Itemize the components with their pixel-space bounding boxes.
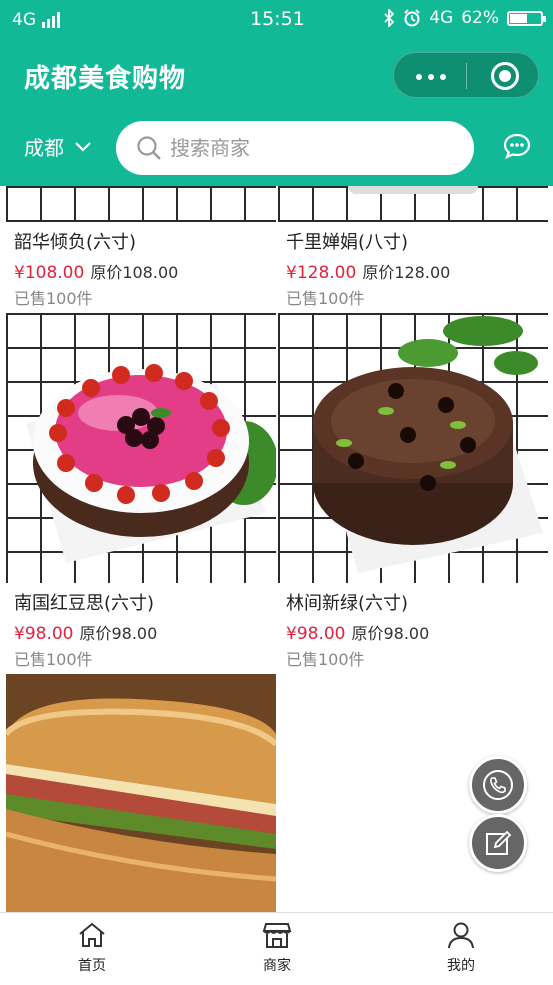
- clock: 15:51: [250, 8, 305, 30]
- store-icon: [262, 923, 292, 948]
- edit-icon: [486, 830, 512, 855]
- product-image: [278, 186, 548, 222]
- search-input[interactable]: [168, 135, 452, 161]
- product-price: ¥98.00: [286, 624, 346, 644]
- status-bar: 4G 15:51 4G 62%: [0, 0, 553, 40]
- search-icon: [137, 136, 161, 160]
- close-mini-program-icon[interactable]: [491, 62, 519, 90]
- status-icons: 4G 62%: [383, 8, 546, 28]
- product-card[interactable]: 林间新绿(六寸) ¥98.00 原价98.00 已售100件: [278, 313, 548, 673]
- sold-count: 已售100件: [14, 289, 93, 308]
- product-image: [6, 186, 276, 222]
- product-name: 千里婵娟(八寸): [286, 232, 409, 253]
- product-image: [6, 674, 276, 912]
- nav-bar: 成都美食购物: [0, 40, 553, 112]
- alarm-icon: [404, 9, 420, 27]
- product-card[interactable]: [6, 674, 276, 912]
- product-card[interactable]: 韶华倾负(六寸) ¥108.00 原价108.00 已售100件: [6, 186, 276, 313]
- cake-image: [313, 316, 543, 573]
- city-label: 成都: [24, 136, 64, 160]
- page-title: 成都美食购物: [24, 64, 187, 94]
- network-type: 4G: [12, 10, 36, 30]
- original-price: 原价108.00: [90, 263, 179, 282]
- price-row: ¥108.00 原价108.00: [14, 259, 178, 283]
- sold-count: 已售100件: [286, 289, 365, 308]
- network-indicator: 4G: [12, 10, 60, 30]
- price-row: ¥98.00 原价98.00: [286, 620, 429, 644]
- call-button[interactable]: [469, 756, 527, 814]
- product-price: ¥128.00: [286, 263, 357, 283]
- product-price: ¥108.00: [14, 263, 85, 283]
- edit-button[interactable]: [469, 814, 527, 872]
- sandwich-image: [6, 674, 276, 912]
- chevron-down-icon: [75, 141, 91, 152]
- sold-count: 已售100件: [286, 650, 365, 669]
- product-image: [6, 313, 276, 583]
- tab-mine[interactable]: 我的: [421, 921, 501, 975]
- tab-bar: 首页 商家 我的: [0, 912, 553, 985]
- network-type-right: 4G: [429, 8, 454, 28]
- battery-icon: [507, 10, 546, 26]
- capsule-divider: [466, 63, 467, 89]
- product-name: 南国红豆思(六寸): [14, 593, 155, 614]
- more-icon[interactable]: [416, 74, 446, 80]
- user-icon: [448, 922, 474, 949]
- bluetooth-icon: [384, 9, 395, 27]
- tab-merchants[interactable]: 商家: [237, 921, 317, 975]
- product-name: 韶华倾负(六寸): [14, 232, 137, 253]
- product-image: [278, 313, 548, 583]
- original-price: 原价98.00: [351, 624, 430, 643]
- cake-image: [26, 364, 276, 563]
- price-row: ¥128.00 原价128.00: [286, 259, 450, 283]
- product-card[interactable]: 千里婵娟(八寸) ¥128.00 原价128.00 已售100件: [278, 186, 548, 313]
- original-price: 原价98.00: [79, 624, 158, 643]
- home-icon: [79, 922, 105, 947]
- message-icon[interactable]: [503, 132, 531, 160]
- product-name: 林间新绿(六寸): [286, 593, 409, 614]
- sold-count: 已售100件: [14, 650, 93, 669]
- original-price: 原价128.00: [362, 263, 451, 282]
- product-card[interactable]: 南国红豆思(六寸) ¥98.00 原价98.00 已售100件: [6, 313, 276, 673]
- phone-icon: [483, 770, 513, 800]
- tab-label: 我的: [447, 958, 475, 974]
- product-grid: 韶华倾负(六寸) ¥108.00 原价108.00 已售100件 千里婵娟(八寸)…: [6, 186, 548, 912]
- search-bar: 成都: [0, 112, 553, 186]
- tab-home[interactable]: 首页: [52, 921, 132, 975]
- signal-icon: [42, 12, 60, 28]
- search-box[interactable]: [116, 121, 474, 175]
- battery-percent: 62%: [461, 8, 499, 28]
- tab-label: 首页: [78, 958, 106, 974]
- mini-program-capsule: [393, 52, 539, 98]
- city-selector[interactable]: 成都: [24, 132, 92, 161]
- price-row: ¥98.00 原价98.00: [14, 620, 157, 644]
- product-price: ¥98.00: [14, 624, 74, 644]
- tab-label: 商家: [263, 958, 291, 974]
